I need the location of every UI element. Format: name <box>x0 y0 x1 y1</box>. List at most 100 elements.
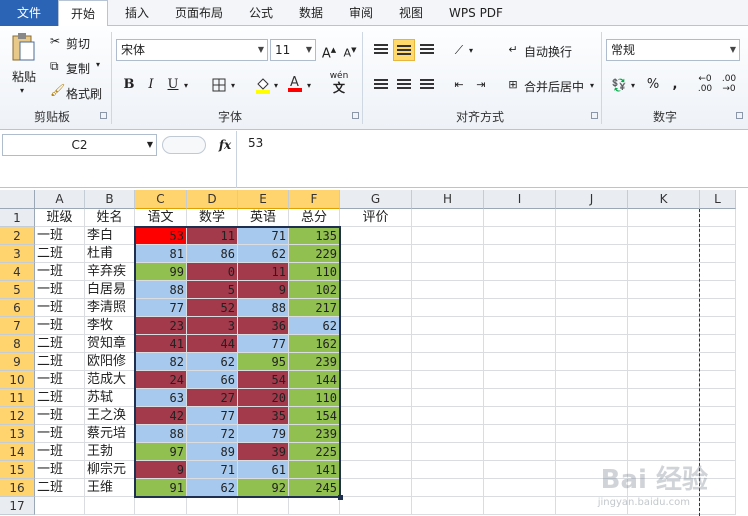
column-header-i[interactable]: I <box>484 190 556 209</box>
score-cell[interactable]: 36 <box>238 317 289 335</box>
font-name-select[interactable]: 宋体 ▼ <box>116 39 268 61</box>
score-cell[interactable]: 0 <box>187 263 238 281</box>
empty-cell[interactable] <box>340 479 412 497</box>
empty-cell[interactable] <box>484 299 556 317</box>
row-header-14[interactable]: 14 <box>0 443 35 461</box>
wrap-text-button[interactable]: 自动换行 <box>524 43 572 60</box>
empty-cell[interactable] <box>412 245 484 263</box>
tab-3[interactable]: 页面布局 <box>162 0 236 26</box>
empty-cell[interactable] <box>556 299 628 317</box>
score-cell[interactable]: 5 <box>187 281 238 299</box>
score-cell[interactable]: 239 <box>289 425 340 443</box>
column-header-l[interactable]: L <box>700 190 736 209</box>
font-color-dropdown-icon[interactable]: ▾ <box>307 81 311 90</box>
empty-cell[interactable] <box>556 425 628 443</box>
score-cell[interactable]: 225 <box>289 443 340 461</box>
name-cell[interactable]: 杜甫 <box>85 245 135 263</box>
decrease-decimal-icon[interactable]: .00 →0 <box>718 74 740 96</box>
score-cell[interactable]: 239 <box>289 353 340 371</box>
empty-cell[interactable] <box>700 353 736 371</box>
tab-2[interactable]: 插入 <box>112 0 162 26</box>
column-header-g[interactable]: G <box>340 190 412 209</box>
empty-cell[interactable] <box>412 389 484 407</box>
paste-dropdown-icon[interactable]: ▾ <box>20 86 24 95</box>
score-cell[interactable]: 154 <box>289 407 340 425</box>
column-header-d[interactable]: D <box>187 190 238 209</box>
phonetic-icon[interactable]: wén 文 <box>326 70 352 94</box>
name-cell[interactable]: 李牧 <box>85 317 135 335</box>
score-cell[interactable]: 95 <box>238 353 289 371</box>
empty-cell[interactable] <box>700 389 736 407</box>
empty-cell[interactable] <box>556 407 628 425</box>
score-cell[interactable]: 77 <box>187 407 238 425</box>
name-cell[interactable]: 蔡元培 <box>85 425 135 443</box>
empty-cell[interactable] <box>412 299 484 317</box>
class-cell[interactable]: 一班 <box>35 299 85 317</box>
tab-0[interactable]: 文件 <box>0 0 58 26</box>
empty-cell[interactable] <box>412 227 484 245</box>
empty-cell[interactable] <box>340 407 412 425</box>
header-cell[interactable]: 姓名 <box>85 209 135 227</box>
shrink-font-icon[interactable]: A▼ <box>339 39 361 61</box>
merge-center-button[interactable]: 合并后居中 <box>524 78 584 95</box>
row-header-8[interactable]: 8 <box>0 335 35 353</box>
score-cell[interactable]: 82 <box>135 353 187 371</box>
increase-decimal-icon[interactable]: ←0.00 <box>694 74 716 96</box>
empty-cell[interactable] <box>484 461 556 479</box>
increase-indent-icon[interactable]: ⇥ <box>470 74 492 96</box>
name-box[interactable]: C2 ▼ <box>2 134 157 156</box>
format-painter-icon[interactable]: 🖌 <box>50 83 65 97</box>
header-cell[interactable]: 班级 <box>35 209 85 227</box>
cut-button[interactable]: 剪切 <box>66 35 90 52</box>
score-cell[interactable]: 63 <box>135 389 187 407</box>
align-middle-icon[interactable] <box>393 39 415 61</box>
class-cell[interactable]: 二班 <box>35 335 85 353</box>
empty-cell[interactable] <box>412 317 484 335</box>
paste-icon[interactable] <box>10 32 36 64</box>
score-cell[interactable]: 99 <box>135 263 187 281</box>
score-cell[interactable]: 88 <box>135 281 187 299</box>
italic-button[interactable]: I <box>140 74 162 96</box>
empty-cell[interactable] <box>484 353 556 371</box>
score-cell[interactable]: 92 <box>238 479 289 497</box>
paste-button[interactable]: 粘贴 <box>12 68 36 85</box>
score-cell[interactable]: 81 <box>135 245 187 263</box>
align-left-icon[interactable] <box>370 74 392 96</box>
empty-cell[interactable] <box>700 497 736 515</box>
tab-1[interactable]: 开始 <box>58 0 108 27</box>
align-right-icon[interactable] <box>416 74 438 96</box>
score-cell[interactable]: 72 <box>187 425 238 443</box>
score-cell[interactable]: 71 <box>187 461 238 479</box>
empty-cell[interactable] <box>628 407 700 425</box>
empty-cell[interactable] <box>412 371 484 389</box>
empty-cell[interactable] <box>484 335 556 353</box>
empty-cell[interactable] <box>628 353 700 371</box>
font-launcher-icon[interactable] <box>352 112 359 119</box>
empty-cell[interactable] <box>340 245 412 263</box>
header-cell[interactable]: 评价 <box>340 209 412 227</box>
row-header-13[interactable]: 13 <box>0 425 35 443</box>
insert-function-button[interactable]: fx <box>214 134 236 156</box>
score-cell[interactable]: 141 <box>289 461 340 479</box>
score-cell[interactable]: 162 <box>289 335 340 353</box>
empty-cell[interactable] <box>412 353 484 371</box>
empty-cell[interactable] <box>556 371 628 389</box>
class-cell[interactable]: 一班 <box>35 461 85 479</box>
name-cell[interactable]: 王勃 <box>85 443 135 461</box>
score-cell[interactable]: 102 <box>289 281 340 299</box>
empty-cell[interactable] <box>340 281 412 299</box>
column-header-a[interactable]: A <box>35 190 85 209</box>
underline-button[interactable]: U <box>162 74 184 96</box>
empty-cell[interactable] <box>340 317 412 335</box>
score-cell[interactable]: 20 <box>238 389 289 407</box>
align-bottom-icon[interactable] <box>416 39 438 61</box>
fill-handle[interactable] <box>338 495 343 500</box>
row-header-15[interactable]: 15 <box>0 461 35 479</box>
score-cell[interactable]: 27 <box>187 389 238 407</box>
score-cell[interactable]: 9 <box>135 461 187 479</box>
score-cell[interactable]: 62 <box>187 353 238 371</box>
tab-4[interactable]: 公式 <box>236 0 286 26</box>
class-cell[interactable]: 二班 <box>35 479 85 497</box>
class-cell[interactable]: 一班 <box>35 281 85 299</box>
empty-cell[interactable] <box>340 371 412 389</box>
